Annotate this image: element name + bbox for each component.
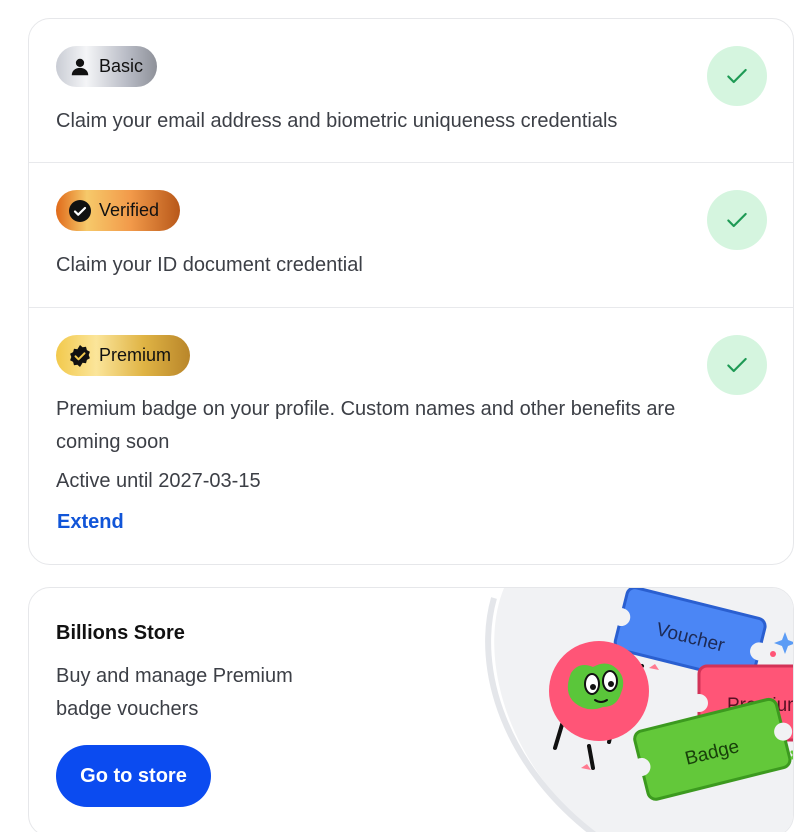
verified-complete-check-icon	[707, 190, 767, 250]
premium-active-until: Active until 2027-03-15	[56, 470, 261, 492]
billions-store-card: Billions Store Buy and manage Premium ba…	[28, 587, 794, 832]
store-description: Buy and manage Premium badge vouchers	[56, 665, 293, 720]
tier-verified: Verified Claim your ID document credenti…	[29, 163, 793, 308]
tier-premium: Premium Premium badge on your profile. C…	[29, 308, 793, 564]
extend-premium-link[interactable]: Extend	[57, 511, 124, 534]
store-illustration: Voucher Premium Badge	[485, 588, 793, 832]
basic-description: Claim your email address and biometric u…	[56, 110, 618, 132]
go-to-store-button[interactable]: Go to store	[56, 745, 211, 807]
store-title: Billions Store	[56, 622, 185, 644]
verified-badge: Verified	[56, 190, 180, 231]
premium-badge-label: Premium	[99, 345, 172, 365]
verified-seal-icon	[68, 344, 92, 368]
premium-description: Premium badge on your profile. Custom na…	[56, 398, 676, 453]
basic-badge-label: Basic	[98, 56, 143, 76]
verification-tiers-card: Basic Claim your email address and biome…	[28, 18, 794, 565]
person-icon	[68, 55, 92, 79]
basic-badge: Basic	[56, 46, 157, 87]
verified-description: Claim your ID document credential	[56, 254, 363, 276]
tier-basic: Basic Claim your email address and biome…	[29, 19, 793, 163]
premium-complete-check-icon	[707, 335, 767, 395]
check-circle-icon	[68, 199, 92, 223]
basic-complete-check-icon	[707, 46, 767, 106]
premium-badge: Premium	[56, 335, 190, 376]
verified-badge-label: Verified	[99, 200, 160, 220]
